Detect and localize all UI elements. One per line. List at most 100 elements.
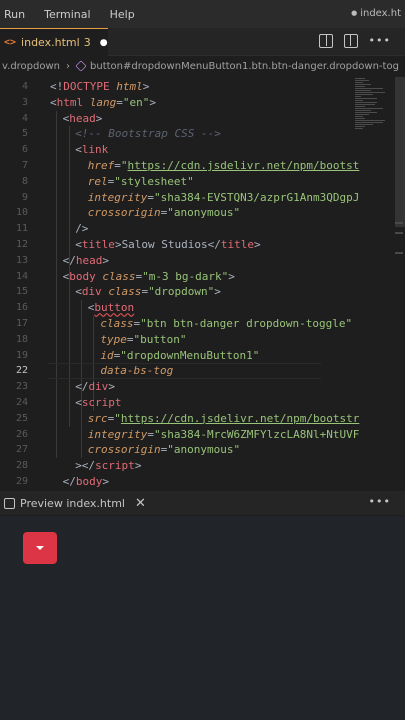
line-number: 10 [15, 207, 28, 219]
code-line[interactable]: 27 crossorigin="anonymous" [0, 442, 395, 458]
line-number: 17 [15, 318, 28, 329]
code-text: <div class="dropdown"> [75, 284, 221, 300]
code-text: <html lang="en"> [50, 95, 156, 111]
code-token: data-bs-tog [100, 364, 174, 378]
code-line[interactable]: 14 <body class="m-3 bg-dark"> [0, 269, 395, 285]
code-token: </ [207, 238, 221, 251]
code-token: < [50, 95, 57, 109]
code-token: " [120, 159, 128, 172]
code-line[interactable]: 9 integrity="sha384-EVSTQN3/azprG1Anm3QDg… [0, 190, 395, 206]
code-token: button [94, 301, 135, 315]
code-token: <!-- Bootstrap CSS --> [75, 127, 221, 141]
line-number: 14 [15, 270, 28, 282]
code-token: link [81, 143, 109, 157]
code-text: <script [75, 395, 121, 411]
code-token: > [149, 95, 156, 109]
unsaved-dot-icon[interactable]: ● [100, 38, 108, 48]
code-line[interactable]: 22 data-bs-tog [0, 363, 395, 379]
code-token: /> [75, 222, 89, 236]
dropdown-toggle-button[interactable] [23, 532, 57, 564]
minimap-line [355, 110, 371, 111]
tab-index-html[interactable]: <> index.html 3 ● [0, 28, 108, 56]
code-line[interactable]: 26 integrity="sha384-MrcW6ZMFYlzcLA8Nl+Nt… [0, 427, 395, 443]
line-number: 26 [15, 428, 28, 440]
minimap-line [355, 82, 363, 83]
code-line[interactable]: 3 <html lang="en"> [0, 95, 395, 111]
code-text: crossorigin="anonymous" [88, 442, 240, 458]
window-title-text: index.ht [360, 8, 401, 19]
code-token: </ [62, 253, 76, 267]
code-editor[interactable]: 4 <!DOCTYPE html> 3 <html lang="en"> 4 <head>… [0, 77, 405, 488]
code-token: </ [62, 475, 76, 488]
preview-tab[interactable]: Preview index.html ✕ ••• [0, 491, 405, 515]
code-line[interactable]: 19 id="dropdownMenuButton1" [0, 348, 395, 364]
minimap-line [355, 86, 365, 87]
code-line[interactable]: 12 <title>Salow Studios</title> [0, 237, 395, 253]
code-token: "en" [122, 95, 150, 109]
code-text: integrity="sha384-MrcW6ZMFYlzcLA8Nl+NtUV… [88, 427, 360, 443]
minimap-line [355, 118, 365, 119]
code-line[interactable]: 10 crossorigin="anonymous" [0, 205, 395, 221]
more-actions-icon[interactable]: ••• [369, 495, 391, 508]
code-token: = [114, 159, 121, 172]
code-line[interactable]: 25 src="https://cdn.jsdelivr.net/npm/boot… [0, 411, 395, 427]
code-text: <link [75, 142, 108, 158]
code-line[interactable]: 17 class="btn btn-danger dropdown-toggle" [0, 316, 395, 332]
unsaved-dot-icon: ● [351, 9, 358, 17]
code-line[interactable]: 15 <div class="dropdown"> [0, 284, 395, 300]
scrollbar-marker [395, 232, 403, 234]
breadcrumb-current[interactable]: button#dropdownMenuButton1.btn.btn-dange… [90, 61, 399, 72]
code-token: integrity [87, 427, 148, 441]
code-line[interactable]: 16 <button [0, 300, 395, 316]
scrollbar-thumb[interactable] [395, 77, 405, 227]
code-token: DOCTYPE [63, 80, 117, 93]
code-line[interactable]: 28 ></script> [0, 458, 395, 474]
code-text: integrity="sha384-EVSTQN3/azprG1Anm3QDgp… [88, 190, 360, 206]
code-token: div [88, 380, 109, 394]
code-line[interactable]: 13 </head> [0, 253, 395, 269]
chevron-right-icon: › [66, 60, 71, 72]
code-line[interactable]: 23 </div> [0, 379, 395, 395]
code-token: script [95, 459, 135, 473]
code-line[interactable]: 8 rel="stylesheet" [0, 174, 395, 190]
code-line[interactable]: 5 <!-- Bootstrap CSS --> [0, 126, 395, 142]
code-line[interactable]: 6 <link [0, 142, 395, 158]
code-text: src="https://cdn.jsdelivr.net/npm/bootst… [88, 411, 360, 427]
line-number: 16 [15, 302, 28, 314]
menu-run[interactable]: Run [4, 8, 25, 21]
code-token: "anonymous" [167, 443, 241, 457]
split-editor-icon[interactable] [343, 34, 358, 48]
line-number: 27 [15, 444, 28, 456]
code-token: > [214, 285, 221, 299]
preview-icon [4, 497, 15, 509]
more-actions-icon[interactable]: ••• [369, 34, 391, 48]
code-line[interactable]: 7 href="https://cdn.jsdelivr.net/npm/boot… [0, 158, 395, 174]
code-line[interactable]: 4 <head> [0, 111, 395, 127]
line-number: 9 [21, 191, 28, 203]
code-token: https://cdn.jsdelivr.net/npm/bootst [127, 159, 360, 172]
code-line[interactable]: 11 /> [0, 221, 395, 237]
tab-problem-count: 3 [83, 36, 91, 49]
code-line[interactable]: 4 <!DOCTYPE html> [0, 79, 395, 95]
scrollbar-marker [395, 222, 403, 224]
line-number: 4 [21, 112, 28, 124]
code-line[interactable]: 29 </body> [0, 474, 395, 488]
minimap[interactable] [355, 77, 391, 137]
breadcrumb-parent[interactable]: v.dropdown [2, 61, 60, 72]
editor-scrollbar[interactable] [393, 77, 405, 488]
code-line[interactable]: 24 <script [0, 395, 395, 411]
close-icon[interactable]: ✕ [135, 496, 146, 511]
menu-help[interactable]: Help [110, 8, 135, 21]
minimap-line [355, 80, 369, 81]
minimap-line [355, 102, 377, 103]
code-token: < [75, 238, 82, 251]
menu-terminal[interactable]: Terminal [44, 8, 91, 21]
minimap-line [355, 84, 371, 85]
code-token: Salow Studios [121, 238, 208, 251]
open-preview-icon[interactable] [318, 34, 333, 48]
line-number: 24 [15, 397, 28, 408]
code-token: class [108, 285, 142, 299]
line-number: 18 [15, 333, 28, 345]
code-line[interactable]: 18 type="button" [0, 332, 395, 348]
line-number: 28 [15, 460, 28, 472]
